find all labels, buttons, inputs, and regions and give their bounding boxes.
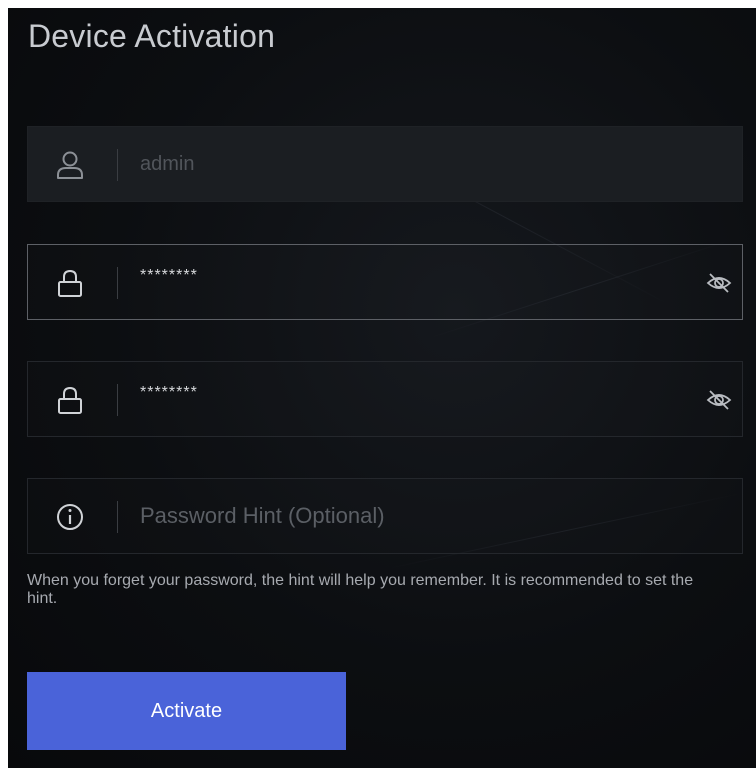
eye-off-icon[interactable] — [706, 388, 732, 412]
password-hint-input[interactable]: Password Hint (Optional) — [140, 479, 385, 553]
eye-off-icon[interactable] — [706, 271, 732, 295]
field-separator — [117, 501, 118, 533]
confirm-password-input[interactable]: ******** — [140, 356, 198, 430]
hint-help-text: When you forget your password, the hint … — [27, 572, 694, 607]
field-separator — [117, 267, 118, 299]
field-separator — [117, 149, 118, 181]
username-value: admin — [140, 153, 195, 175]
field-separator — [117, 384, 118, 416]
username-field: admin — [27, 126, 743, 202]
lock-icon — [58, 386, 82, 414]
password-field[interactable]: ******** — [27, 244, 743, 320]
password-input[interactable]: ******** — [140, 239, 198, 313]
password-hint-field[interactable]: Password Hint (Optional) — [27, 478, 743, 554]
confirm-password-field[interactable]: ******** — [27, 361, 743, 437]
page-title: Device Activation — [28, 18, 276, 54]
lock-icon — [58, 269, 82, 297]
info-icon — [57, 504, 83, 530]
user-icon — [57, 151, 83, 179]
activation-panel: Device Activation admin ******** *******… — [8, 8, 756, 768]
activate-button[interactable]: Activate — [27, 672, 346, 750]
